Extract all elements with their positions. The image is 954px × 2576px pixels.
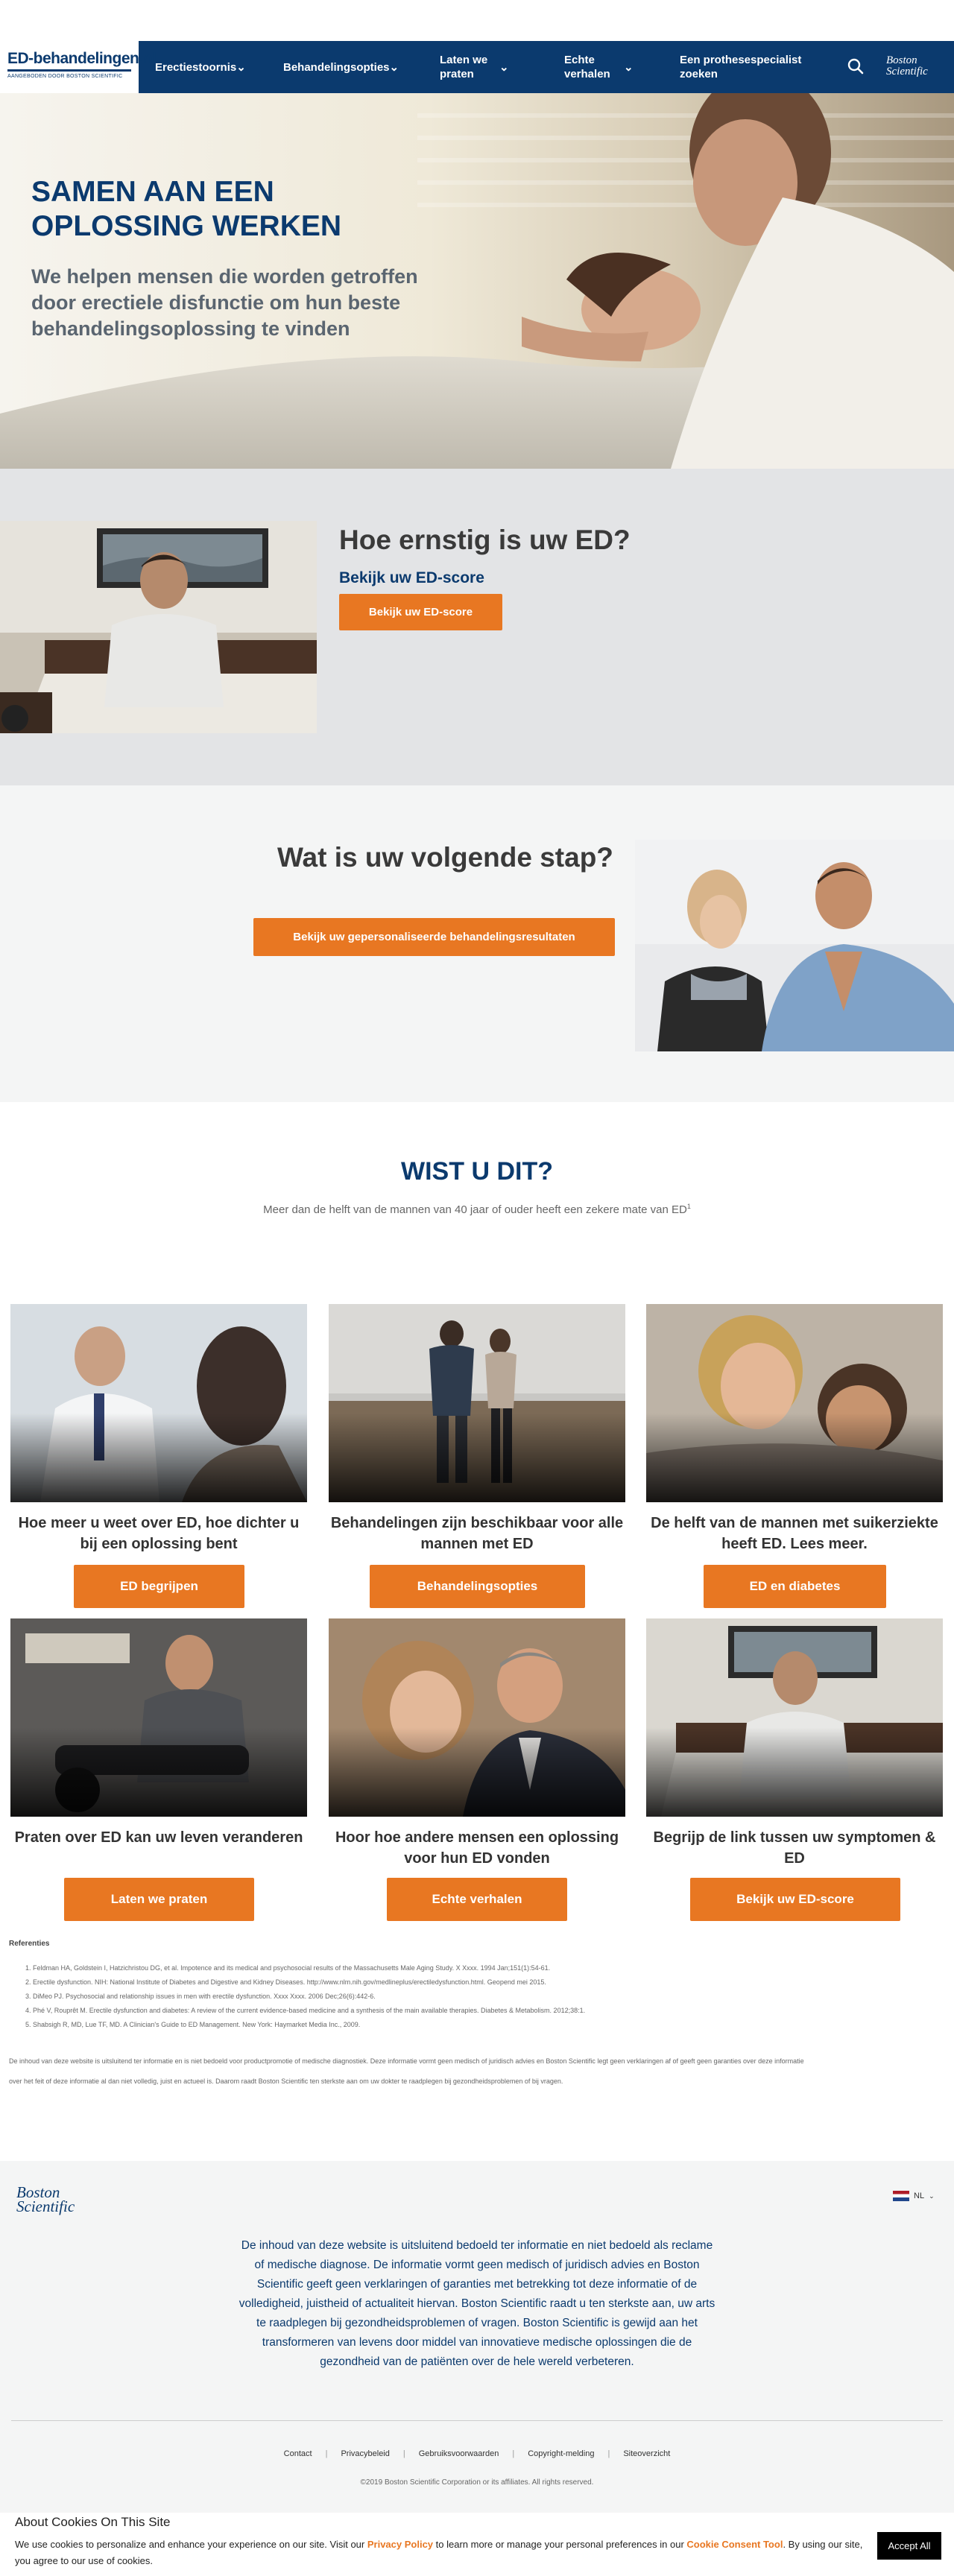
couple-photo (635, 840, 954, 1051)
footer-link-sitemap[interactable]: Siteoverzicht (623, 2449, 670, 2458)
next-step-title: Wat is uw volgende stap? (277, 842, 613, 873)
copyright: ©2019 Boston Scientific Corporation or i… (360, 2478, 594, 2487)
footer-disclaimer: De inhoud van deze website is uitsluiten… (238, 2239, 716, 2368)
man-motorcycle-image (10, 1618, 307, 1817)
card-title: Begrijp de link tussen uw symptomen & ED (653, 1829, 936, 1867)
understand-ed-button[interactable]: ED begrijpen (74, 1565, 244, 1608)
card-photo-man-bed (646, 1618, 943, 1817)
nav-item-behandelingsopties[interactable]: Behandelingsopties ⌄ (283, 41, 399, 93)
nav-item-laten-we-praten[interactable]: Laten we praten ⌄ (440, 41, 537, 93)
separator: | (607, 2449, 610, 2458)
personalized-results-button[interactable]: Bekijk uw gepersonaliseerde behandelings… (253, 918, 615, 956)
cookie-text-part: to learn more or manage your personal pr… (433, 2539, 687, 2550)
footer-link-privacy[interactable]: Privacybeleid (341, 2449, 389, 2458)
logo-text: ED-behandelingen.nl (7, 50, 157, 72)
lets-talk-button[interactable]: Laten we praten (64, 1878, 254, 1921)
doctor-patient-image (10, 1304, 307, 1502)
chevron-down-icon: ⌄ (624, 60, 634, 74)
chevron-down-icon: ⌄ (499, 60, 509, 74)
logo-tagline: AANGEBODEN DOOR BOSTON SCIENTIFIC (7, 74, 123, 79)
reference-item: Feldman HA, Goldstein I, Hatzichristou D… (33, 1964, 945, 1972)
privacy-policy-link[interactable]: Privacy Policy (367, 2539, 433, 2550)
language-selector[interactable]: NL ⌄ (893, 2191, 935, 2201)
language-label: NL (914, 2192, 925, 2200)
separator: | (325, 2449, 328, 2458)
nav-label: Behandelingsopties (283, 60, 390, 74)
nav-label: Een prothesespecialist zoeken (680, 54, 802, 80)
hero-banner: SAMEN AAN EEN OPLOSSING WERKEN We helpen… (0, 93, 954, 469)
footer-link-terms[interactable]: Gebruiksvoorwaarden (419, 2449, 499, 2458)
treatment-options-button[interactable]: Behandelingsopties (370, 1565, 585, 1608)
nav-label: Echte verhalen (564, 54, 610, 80)
footer-link-copyright[interactable]: Copyright-melding (528, 2449, 594, 2458)
card-photo-doctor (10, 1304, 307, 1502)
search-icon[interactable] (847, 57, 865, 75)
accept-all-button[interactable]: Accept All (877, 2532, 941, 2560)
smiling-couple-image (646, 1304, 943, 1502)
real-stories-button[interactable]: Echte verhalen (387, 1878, 567, 1921)
card-photo-walking-couple (329, 1304, 625, 1502)
brand-line1: Boston (886, 54, 917, 66)
laughing-couple-image (329, 1618, 625, 1817)
footer-links: Contact | Privacybeleid | Gebruiksvoorwaar… (0, 2449, 954, 2458)
references-title: Referenties (9, 1940, 50, 1948)
couple-talking-image (635, 840, 954, 1051)
separator: | (512, 2449, 515, 2458)
reference-item: Erectile dysfunction. NIH: National Inst… (33, 1978, 945, 1986)
brand-line2: Scientific (16, 2197, 75, 2215)
chevron-down-icon: ⌄ (236, 60, 246, 74)
card-photo-laughing-couple (329, 1618, 625, 1817)
couple-walking-image (329, 1304, 625, 1502)
netherlands-flag-icon (893, 2191, 909, 2201)
nav-item-echte-verhalen[interactable]: Echte verhalen ⌄ (564, 41, 657, 93)
score-title: Hoe ernstig is uw ED? (339, 525, 631, 555)
top-strip (0, 0, 954, 41)
did-you-know-text: Meer dan de helft van de mannen van 40 j… (0, 1203, 954, 1216)
did-you-know-title: WIST U DIT? (401, 1157, 553, 1186)
chevron-down-icon: ⌄ (389, 60, 399, 74)
reference-marker: 1 (686, 1203, 691, 1210)
boston-scientific-footer-logo[interactable]: Boston Scientific (16, 2185, 75, 2215)
card-title: Praten over ED kan uw leven veranderen (14, 1829, 303, 1846)
references: Referenties Feldman HA, Goldstein I, Hat… (9, 1940, 945, 2035)
man-sitting-bed-image (646, 1618, 943, 1817)
footer-link-contact[interactable]: Contact (284, 2449, 312, 2458)
nav-label: Laten we praten (440, 54, 488, 80)
separator: | (402, 2449, 405, 2458)
boston-scientific-logo[interactable]: Boston Scientific (886, 55, 928, 77)
ed-score-card-button[interactable]: Bekijk uw ED-score (690, 1878, 900, 1921)
score-photo (0, 521, 317, 733)
cookie-consent-tool-link[interactable]: Cookie Consent Tool (686, 2539, 783, 2550)
chevron-down-icon: ⌄ (929, 2192, 935, 2200)
ed-score-button[interactable]: Bekijk uw ED-score (339, 594, 502, 630)
did-you-know-body: Meer dan de helft van de mannen van 40 j… (263, 1203, 687, 1216)
footer-divider (11, 2420, 943, 2421)
cookie-text: We use cookies to personalize and enhanc… (15, 2537, 872, 2569)
reference-item: Shabsigh R, MD, Lue TF, MD. A Clinician'… (33, 2021, 945, 2028)
site-logo[interactable]: ED-behandelingen.nl AANGEBODEN DOOR BOST… (0, 41, 157, 93)
nav-item-erectiestoornis[interactable]: Erectiestoornis ⌄ (155, 41, 246, 93)
nav-label: Erectiestoornis (155, 60, 237, 74)
card-title: De helft van de mannen met suikerziekte … (651, 1515, 938, 1552)
references-list: Feldman HA, Goldstein I, Hatzichristou D… (9, 1964, 945, 2028)
hero-title: SAMEN AAN EEN OPLOSSING WERKEN (31, 176, 342, 242)
card-title: Behandelingen zijn beschikbaar voor alle… (330, 1515, 624, 1552)
cookie-text-part: We use cookies to personalize and enhanc… (15, 2539, 367, 2550)
reference-item: DiMeo PJ. Psychosocial and relationship … (33, 1993, 945, 2000)
card-title: Hoe meer u weet over ED, hoe dichter u b… (18, 1515, 300, 1552)
disclaimer-line: over het feit of deze informatie al dan … (9, 2077, 563, 2085)
reference-item: Phé V, Rouprêt M. Erectile dysfunction a… (33, 2007, 945, 2014)
card-photo-smiling-couple (646, 1304, 943, 1502)
hero-subtitle: We helpen mensen die worden getroffen do… (31, 265, 418, 340)
card-title: Hoor hoe andere mensen een oplossing voo… (335, 1829, 619, 1867)
card-photo-motorcycle (10, 1618, 307, 1817)
score-subtitle: Bekijk uw ED-score (339, 569, 484, 586)
disclaimer-line: De inhoud van deze website is uitsluiten… (9, 2057, 804, 2065)
brand-line2: Scientific (886, 66, 928, 77)
cookie-title: About Cookies On This Site (15, 2515, 171, 2529)
man-sitting-image (0, 521, 317, 733)
nav-item-prothesespecialist[interactable]: Een prothesespecialist zoeken (680, 41, 821, 93)
ed-diabetes-button[interactable]: ED en diabetes (704, 1565, 886, 1608)
